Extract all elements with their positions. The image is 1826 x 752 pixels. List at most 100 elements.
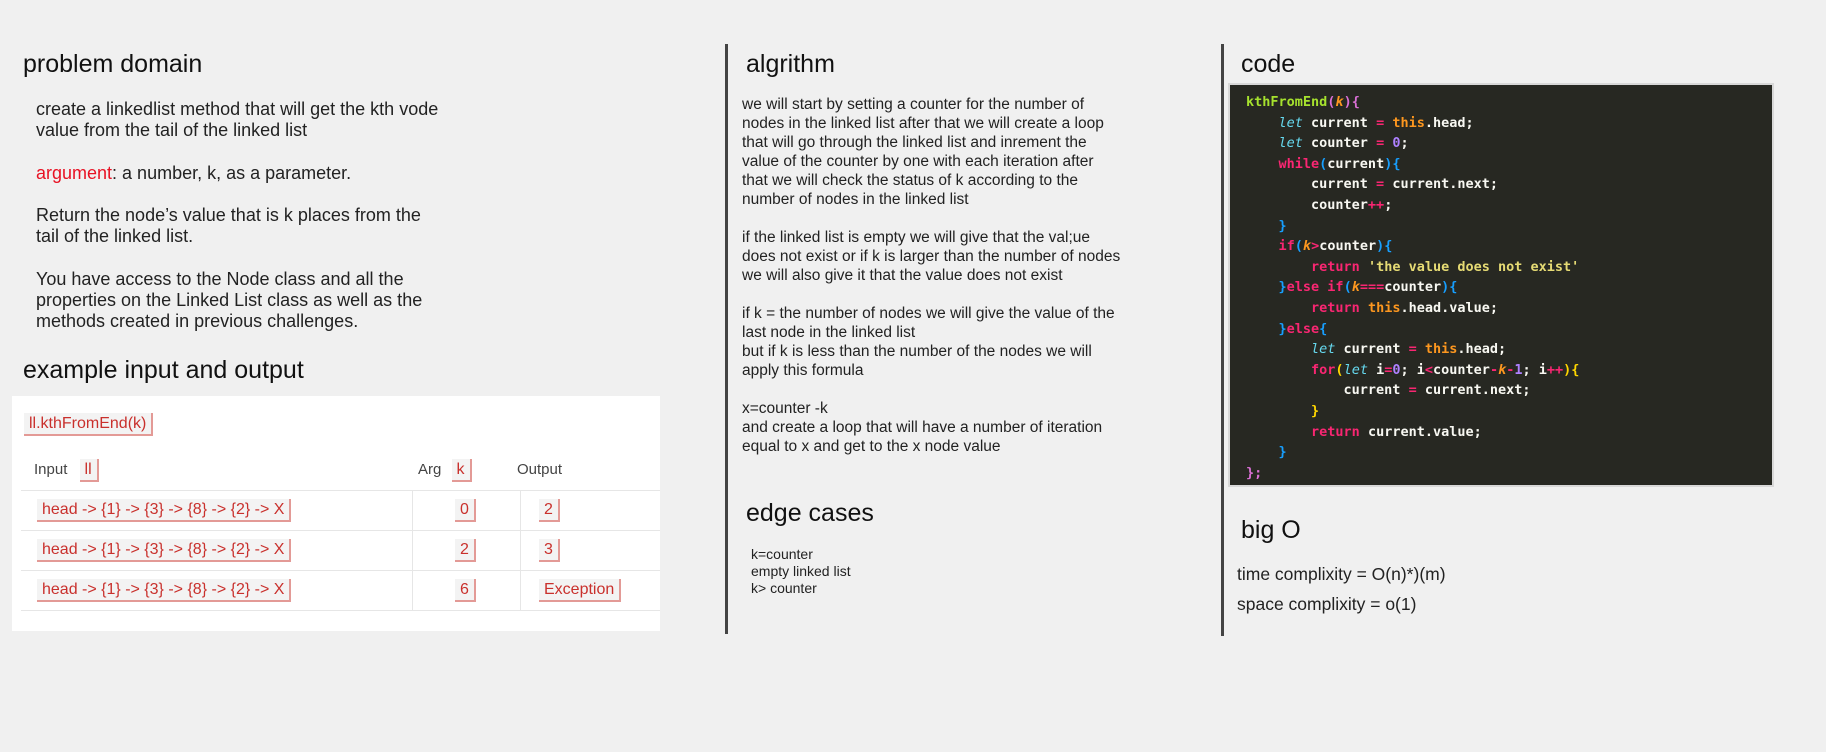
- input-cell: head -> {1} -> {3} -> {8} -> {2} -> X: [37, 539, 292, 562]
- algorithm-heading: algrithm: [746, 50, 835, 78]
- input-cell: head -> {1} -> {3} -> {8} -> {2} -> X: [37, 499, 292, 522]
- code-line: let counter = 0;: [1246, 133, 1579, 154]
- output-cell: Exception: [539, 579, 622, 602]
- argument-line: argument: a number, k, as a parameter.: [36, 163, 351, 184]
- code-token: i: [1367, 361, 1385, 378]
- example-heading: example input and output: [23, 356, 304, 384]
- code-token: ++: [1367, 196, 1385, 213]
- code-token: ){: [1441, 279, 1458, 296]
- code-line: }: [1246, 401, 1579, 422]
- code-line: current = current.next;: [1246, 380, 1579, 401]
- code-token: =: [1408, 341, 1417, 358]
- code-line: counter++;: [1246, 195, 1579, 216]
- problem-domain-heading: problem domain: [23, 50, 203, 78]
- divider-left: [725, 44, 728, 634]
- header-arg: Arg k: [418, 459, 472, 482]
- divider-right: [1221, 44, 1224, 636]
- code-token: 0: [1392, 361, 1401, 378]
- algorithm-paragraph: if k = the number of nodes we will give …: [742, 305, 1115, 379]
- code-token: return: [1311, 423, 1360, 440]
- code-token: current: [1246, 382, 1409, 399]
- table-row: head -> {1} -> {3} -> {8} -> {2} -> X 0 …: [21, 490, 660, 531]
- code-token: }: [1278, 444, 1287, 461]
- code-token: =: [1376, 176, 1385, 193]
- code-line: let current = this.head;: [1246, 339, 1579, 360]
- table-row: head -> {1} -> {3} -> {8} -> {2} -> X 6 …: [21, 570, 660, 611]
- code-token: .head;: [1424, 114, 1474, 131]
- header-output: Output: [517, 461, 563, 478]
- code-token: kthFromEnd: [1246, 94, 1328, 110]
- code-token: ===: [1359, 279, 1385, 296]
- code-token: let: [1278, 114, 1303, 131]
- code-heading: code: [1241, 50, 1296, 78]
- code-token: ;: [1384, 196, 1393, 213]
- table-row: head -> {1} -> {3} -> {8} -> {2} -> X 2 …: [21, 530, 660, 571]
- code-token: -: [1489, 361, 1499, 378]
- code-token: let: [1343, 361, 1368, 378]
- code-token: ;: [1400, 135, 1409, 152]
- code-token: ++: [1546, 361, 1564, 378]
- code-token: 1: [1514, 361, 1523, 378]
- code-token: k: [1498, 361, 1507, 378]
- code-token: current: [1246, 176, 1377, 193]
- code-line: if(k>counter){: [1246, 236, 1579, 257]
- header-input: Input ll: [34, 459, 99, 482]
- code-token: .head;: [1457, 341, 1507, 358]
- code-token: if: [1278, 238, 1295, 255]
- code-line: }else{: [1246, 319, 1579, 340]
- code-line: }: [1246, 442, 1579, 463]
- code-token: current.next;: [1416, 382, 1531, 399]
- algorithm-paragraph: x=counter -k and create a loop that will…: [742, 400, 1103, 455]
- code-token: current: [1302, 114, 1377, 131]
- code-line: }else if(k===counter){: [1246, 277, 1579, 298]
- algorithm-paragraph: if the linked list is empty we will give…: [742, 229, 1121, 284]
- code-token: counter: [1433, 361, 1490, 378]
- output-cell: 3: [539, 539, 560, 562]
- output-cell: 2: [539, 499, 560, 522]
- code-token: let: [1278, 135, 1303, 152]
- code-token: current: [1335, 341, 1409, 358]
- code-token: 'the value does not exist': [1367, 258, 1580, 275]
- code-token: =: [1376, 114, 1385, 131]
- return-description: Return the node’s value that is k places…: [36, 205, 421, 246]
- edge-cases-list: k=counter empty linked list k> counter: [751, 546, 851, 597]
- code-token: (: [1343, 279, 1352, 296]
- space-complexity: space complixity = o(1): [1237, 594, 1417, 614]
- code-token: else: [1286, 320, 1320, 337]
- code-token: k: [1302, 238, 1312, 255]
- edge-case-item: k> counter: [751, 580, 817, 596]
- code-line: };: [1246, 463, 1579, 484]
- code-token: (: [1335, 361, 1344, 378]
- code-line: return 'the value does not exist': [1246, 257, 1579, 278]
- code-token: ; i: [1522, 361, 1547, 378]
- header-input-badge: ll: [79, 459, 99, 482]
- big-o-heading: big O: [1241, 516, 1301, 544]
- code-token: ){: [1384, 155, 1401, 172]
- code-token: }: [1278, 320, 1287, 337]
- code-token: counter: [1319, 238, 1377, 255]
- code-token: (: [1294, 238, 1303, 255]
- code-token: current: [1327, 155, 1385, 172]
- code-line: let current = this.head;: [1246, 113, 1579, 134]
- code-token: };: [1246, 464, 1263, 481]
- code-line: for(let i=0; i<counter-k-1; i++){: [1246, 360, 1579, 381]
- header-arg-label: Arg: [418, 461, 442, 478]
- access-description: You have access to the Node class and al…: [36, 269, 423, 331]
- code-token: return: [1311, 258, 1360, 275]
- arg-cell: 2: [455, 539, 476, 562]
- code-token: }: [1278, 279, 1287, 296]
- arg-cell: 6: [455, 579, 476, 602]
- code-token: counter: [1302, 135, 1377, 152]
- code-token: current.value;: [1359, 423, 1482, 440]
